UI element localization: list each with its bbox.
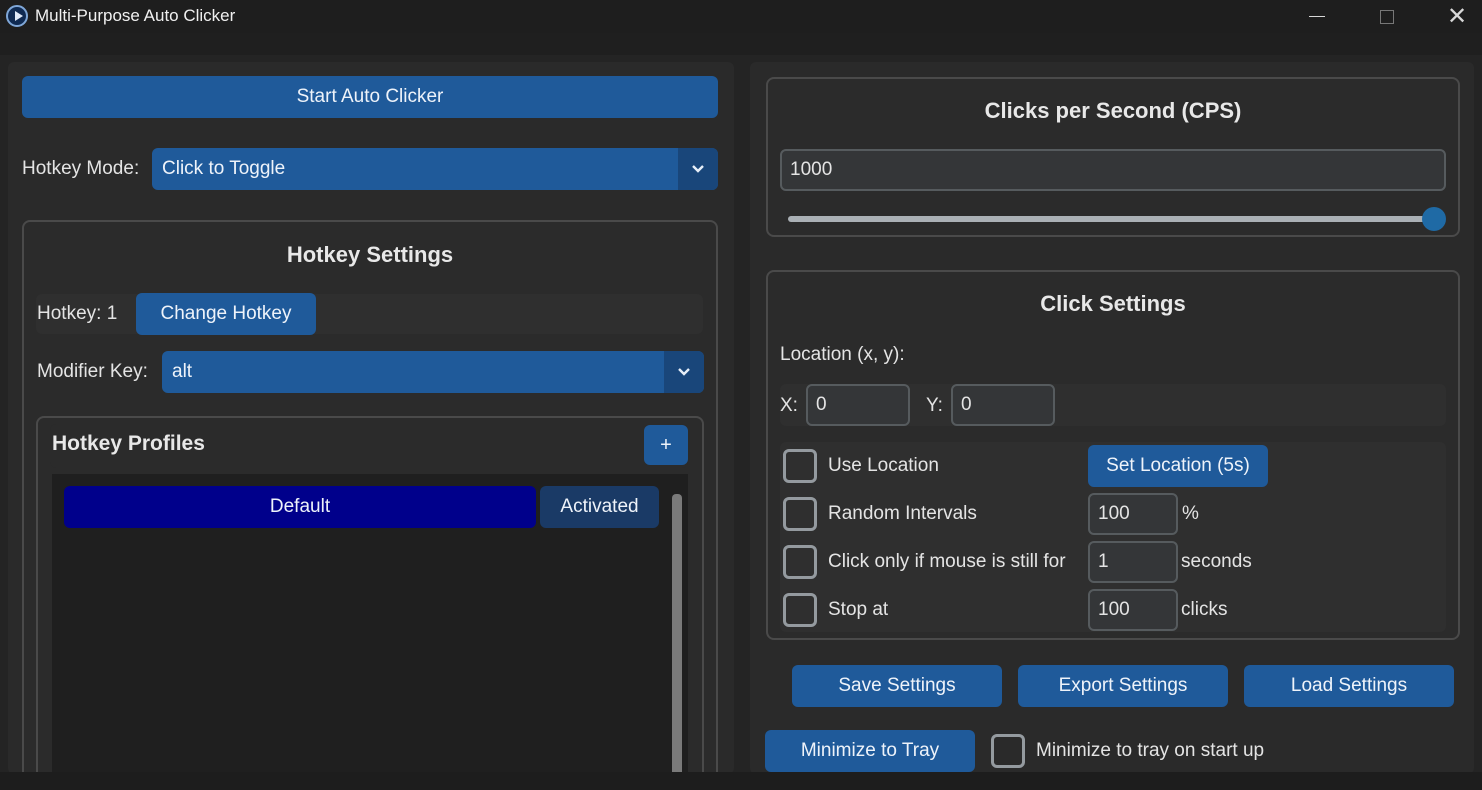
- stop-at-unit: clicks: [1181, 599, 1228, 620]
- modifier-key-dropdown[interactable]: alt: [162, 351, 704, 393]
- hotkey-profiles-title: Hotkey Profiles: [52, 432, 205, 455]
- hotkey-settings-title: Hotkey Settings: [286, 242, 454, 267]
- mouse-still-label: Click only if mouse is still for: [828, 551, 1066, 572]
- cps-slider-handle[interactable]: [1422, 207, 1446, 231]
- change-hotkey-button[interactable]: Change Hotkey: [136, 293, 316, 335]
- hotkey-mode-label: Hotkey Mode:: [22, 158, 140, 179]
- stop-at-label: Stop at: [828, 599, 889, 620]
- cps-title: Clicks per Second (CPS): [984, 98, 1242, 123]
- modifier-key-value: alt: [172, 361, 193, 382]
- minimize-on-startup-checkbox[interactable]: [991, 734, 1025, 768]
- close-icon: ✕: [1446, 3, 1468, 30]
- y-label: Y:: [926, 395, 943, 416]
- random-intervals-unit: %: [1182, 503, 1199, 524]
- hotkey-mode-dropdown[interactable]: Click to Toggle: [152, 148, 718, 190]
- use-location-checkbox[interactable]: [783, 449, 817, 483]
- window-frame: [0, 33, 1482, 55]
- export-settings-button[interactable]: Export Settings: [1018, 665, 1228, 707]
- hotkey-mode-value: Click to Toggle: [162, 158, 286, 179]
- chevron-down-icon[interactable]: [664, 351, 704, 393]
- window-bottom-edge: [0, 772, 1482, 790]
- hotkey-label: Hotkey: 1: [37, 303, 118, 324]
- stop-at-checkbox[interactable]: [783, 593, 817, 627]
- profile-activated-badge[interactable]: Activated: [540, 486, 659, 528]
- random-intervals-input[interactable]: 100: [1088, 493, 1178, 535]
- x-input[interactable]: 0: [806, 384, 910, 426]
- maximize-window-button[interactable]: [1364, 0, 1410, 33]
- maximize-icon: [1380, 9, 1394, 24]
- cps-input[interactable]: 1000: [780, 149, 1446, 191]
- random-intervals-checkbox[interactable]: [783, 497, 817, 531]
- click-settings-title: Click Settings: [1040, 291, 1186, 316]
- minimize-icon: [1309, 16, 1325, 17]
- use-location-label: Use Location: [828, 455, 939, 476]
- minimize-to-tray-button[interactable]: Minimize to Tray: [765, 730, 975, 772]
- minimize-window-button[interactable]: [1294, 0, 1340, 33]
- stop-at-input[interactable]: 100: [1088, 589, 1178, 631]
- close-window-button[interactable]: ✕: [1434, 0, 1480, 33]
- load-settings-button[interactable]: Load Settings: [1244, 665, 1454, 707]
- profiles-scrollbar[interactable]: [672, 494, 682, 776]
- location-label: Location (x, y):: [780, 344, 905, 365]
- app-icon: [6, 5, 28, 27]
- cps-slider[interactable]: [788, 216, 1434, 222]
- add-profile-button[interactable]: +: [644, 425, 688, 465]
- y-input[interactable]: 0: [951, 384, 1055, 426]
- title-bar: Multi-Purpose Auto Clicker ✕: [0, 0, 1482, 33]
- random-intervals-label: Random Intervals: [828, 503, 977, 524]
- modifier-key-label: Modifier Key:: [37, 361, 148, 382]
- x-label: X:: [780, 395, 798, 416]
- window-title: Multi-Purpose Auto Clicker: [35, 6, 236, 25]
- mouse-still-input[interactable]: 1: [1088, 541, 1178, 583]
- profile-default-button[interactable]: Default: [64, 486, 536, 528]
- start-auto-clicker-button[interactable]: Start Auto Clicker: [22, 76, 718, 118]
- set-location-button[interactable]: Set Location (5s): [1088, 445, 1268, 487]
- mouse-still-checkbox[interactable]: [783, 545, 817, 579]
- mouse-still-unit: seconds: [1181, 551, 1252, 572]
- chevron-down-icon[interactable]: [678, 148, 718, 190]
- save-settings-button[interactable]: Save Settings: [792, 665, 1002, 707]
- minimize-on-startup-label: Minimize to tray on start up: [1036, 740, 1265, 761]
